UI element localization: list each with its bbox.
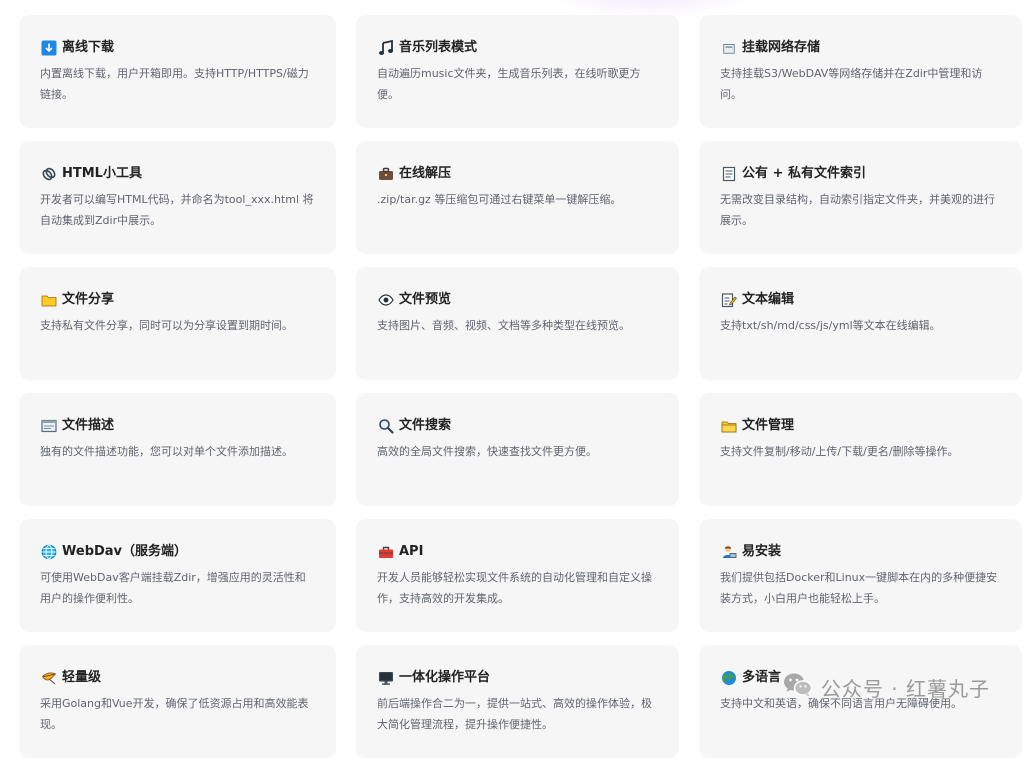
feature-card-file-search: 文件搜索 高效的全局文件搜索，快速查找文件更方便。	[356, 393, 679, 506]
feature-card-title: 音乐列表模式	[377, 39, 659, 57]
feature-card-network-storage: 挂载网络存储 支持挂载S3/WebDAV等网络存储并在Zdir中管理和访问。	[699, 15, 1022, 128]
feature-card-file-management: 文件管理 支持文件复制/移动/上传/下载/更名/删除等操作。	[699, 393, 1022, 506]
feature-card-description: 开发人员能够轻松实现文件系统的自动化管理和自定义操作，支持高效的开发集成。	[377, 571, 652, 605]
feature-grid: 离线下载 内置离线下载，用户开箱即用。支持HTTP/HTTPS/磁力链接。 音乐…	[19, 15, 1022, 758]
feature-card-webdav: WebDav（服务端） 可使用WebDav客户端挂载Zdir，增强应用的灵活性和…	[19, 519, 336, 632]
feature-card-title: 在线解压	[377, 165, 659, 183]
feature-card-html-tools: HTML小工具 开发者可以编写HTML代码，并命名为tool_xxx.html …	[19, 141, 336, 254]
feature-card-easy-install: 易安装 我们提供包括Docker和Linux一键脚本在内的多种便捷安装方式，小白…	[699, 519, 1022, 632]
edit-document-icon	[720, 292, 737, 309]
feature-card-description: 采用Golang和Vue开发，确保了低资源占用和高效能表现。	[40, 697, 309, 731]
toolbox-icon	[377, 544, 394, 561]
feature-card-description: 可使用WebDav客户端挂载Zdir，增强应用的灵活性和用户的操作便利性。	[40, 571, 306, 605]
feature-card-description: 内置离线下载，用户开箱即用。支持HTTP/HTTPS/磁力链接。	[40, 67, 309, 101]
feature-card-file-description: 文件描述 独有的文件描述功能，您可以对单个文件添加描述。	[19, 393, 336, 506]
feature-card-title: 文件分享	[40, 291, 316, 309]
magnifier-icon	[377, 418, 394, 435]
feature-card-description: .zip/tar.gz 等压缩包可通过右键菜单一键解压缩。	[377, 193, 622, 206]
feature-card-integrated-platform: 一体化操作平台 前后端操作合二为一，提供一站式、高效的操作体验，极大简化管理流程…	[356, 645, 679, 758]
feature-card-description: 支持文件复制/移动/上传/下载/更名/删除等操作。	[720, 445, 959, 458]
feature-card-title: 文本编辑	[720, 291, 1002, 309]
feature-card-description: 开发者可以编写HTML代码，并命名为tool_xxx.html 将自动集成到Zd…	[40, 193, 314, 227]
feature-card-lightweight: 轻量级 采用Golang和Vue开发，确保了低资源占用和高效能表现。	[19, 645, 336, 758]
card-index-icon	[40, 418, 57, 435]
feature-card-description: 前后端操作合二为一，提供一站式、高效的操作体验，极大简化管理流程，提升操作便捷性…	[377, 697, 652, 731]
storage-icon	[720, 40, 737, 57]
feature-card-offline-download: 离线下载 内置离线下载，用户开箱即用。支持HTTP/HTTPS/磁力链接。	[19, 15, 336, 128]
feature-card-title: WebDav（服务端）	[40, 543, 316, 561]
feature-card-description: 独有的文件描述功能，您可以对单个文件添加描述。	[40, 445, 293, 458]
music-note-icon	[377, 40, 394, 57]
feature-card-title: 文件预览	[377, 291, 659, 309]
feature-card-title: 一体化操作平台	[377, 669, 659, 687]
document-icon	[720, 166, 737, 183]
feature-card-description: 支持txt/sh/md/css/js/yml等文本在线编辑。	[720, 319, 941, 332]
watermark-text: 公众号 · 红薯丸子	[820, 677, 990, 701]
download-icon	[40, 40, 57, 57]
feature-card-online-unzip: 在线解压 .zip/tar.gz 等压缩包可通过右键菜单一键解压缩。	[356, 141, 679, 254]
feature-card-api: API 开发人员能够轻松实现文件系统的自动化管理和自定义操作，支持高效的开发集成…	[356, 519, 679, 632]
feature-card-description: 高效的全局文件搜索，快速查找文件更方便。	[377, 445, 597, 458]
folder-icon	[40, 292, 57, 309]
paperclip-icon	[40, 166, 57, 183]
feature-card-title: 文件搜索	[377, 417, 659, 435]
feature-card-description: 自动遍历music文件夹，生成音乐列表，在线听歌更方便。	[377, 67, 641, 101]
feature-card-title: 轻量级	[40, 669, 316, 687]
feature-card-description: 无需改变目录结构，自动索引指定文件夹，并美观的进行展示。	[720, 193, 995, 227]
watermark: 公众号 · 红薯丸子	[783, 672, 990, 703]
feature-card-file-index: 公有 + 私有文件索引 无需改变目录结构，自动索引指定文件夹，并美观的进行展示。	[699, 141, 1022, 254]
briefcase-icon	[377, 166, 394, 183]
feature-card-description: 支持挂载S3/WebDAV等网络存储并在Zdir中管理和访问。	[720, 67, 983, 101]
feature-card-title: HTML小工具	[40, 165, 316, 183]
feature-card-title: 离线下载	[40, 39, 316, 57]
feature-card-title: API	[377, 543, 659, 561]
feature-card-title: 公有 + 私有文件索引	[720, 165, 1002, 183]
feature-card-description: 我们提供包括Docker和Linux一键脚本在内的多种便捷安装方式，小白用户也能…	[720, 571, 998, 605]
feature-card-file-preview: 文件预览 支持图片、音频、视频、文档等多种类型在线预览。	[356, 267, 679, 380]
eye-icon	[377, 292, 394, 309]
technologist-icon	[720, 544, 737, 561]
feature-card-music-list: 音乐列表模式 自动遍历music文件夹，生成音乐列表，在线听歌更方便。	[356, 15, 679, 128]
monitor-icon	[377, 670, 394, 687]
feature-card-file-share: 文件分享 支持私有文件分享，同时可以为分享设置到期时间。	[19, 267, 336, 380]
wechat-icon	[783, 672, 813, 703]
globe-icon	[40, 544, 57, 561]
folder-open-icon	[720, 418, 737, 435]
earth-icon	[720, 670, 737, 687]
feature-card-title: 挂载网络存储	[720, 39, 1002, 57]
feature-card-title: 文件描述	[40, 417, 316, 435]
feature-card-text-edit: 文本编辑 支持txt/sh/md/css/js/yml等文本在线编辑。	[699, 267, 1022, 380]
feather-icon	[40, 670, 57, 687]
feature-card-description: 支持图片、音频、视频、文档等多种类型在线预览。	[377, 319, 630, 332]
feature-card-title: 易安装	[720, 543, 1002, 561]
feature-card-title: 文件管理	[720, 417, 1002, 435]
feature-card-description: 支持私有文件分享，同时可以为分享设置到期时间。	[40, 319, 293, 332]
